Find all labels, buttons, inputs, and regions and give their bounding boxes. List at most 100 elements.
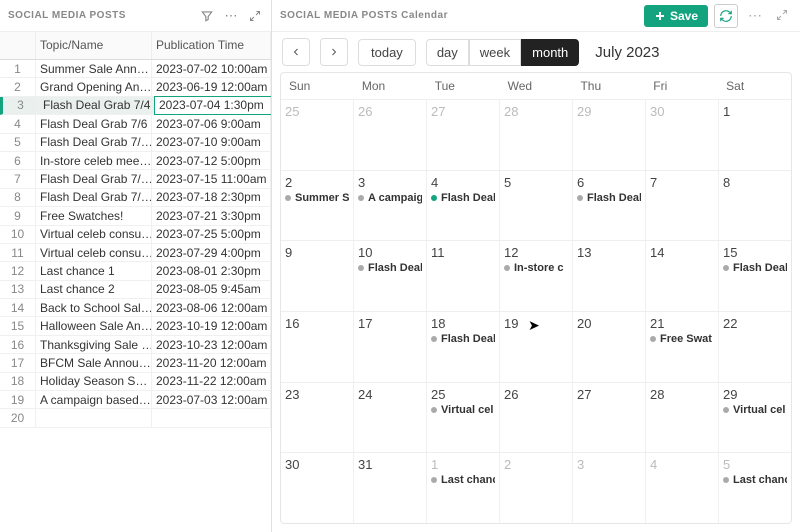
row-topic[interactable]: Holiday Season S… [36, 373, 152, 390]
calendar-day-cell[interactable]: 30 [281, 453, 354, 523]
calendar-day-cell[interactable]: 20 [573, 312, 646, 382]
calendar-day-cell[interactable]: 27 [573, 383, 646, 453]
row-time[interactable]: 2023-07-15 11:00am [152, 170, 271, 187]
table-row[interactable]: 20 [0, 409, 271, 427]
calendar-day-cell[interactable]: 28 [646, 383, 719, 453]
row-time[interactable]: 2023-08-06 12:00am [152, 299, 271, 316]
row-time[interactable]: 2023-08-05 9:45am [152, 281, 271, 298]
calendar-day-cell[interactable]: 24 [354, 383, 427, 453]
table-row[interactable]: 18Holiday Season S…2023-11-22 12:00am [0, 373, 271, 391]
calendar-event[interactable]: Virtual cel [723, 404, 787, 416]
table-row[interactable]: 11Virtual celeb consu…2023-07-29 4:00pm [0, 244, 271, 262]
calendar-event[interactable]: Last chanc [431, 474, 495, 486]
calendar-event[interactable]: Flash Deal [431, 333, 495, 345]
calendar-day-cell[interactable]: 10Flash Deal [354, 241, 427, 311]
row-topic[interactable]: Back to School Sal… [36, 299, 152, 316]
row-time[interactable]: 2023-07-29 4:00pm [152, 244, 271, 261]
table-row[interactable]: 14Back to School Sal…2023-08-06 12:00am [0, 299, 271, 317]
calendar-day-cell[interactable]: 31 [354, 453, 427, 523]
row-topic[interactable]: Virtual celeb consu… [36, 226, 152, 243]
table-row[interactable]: 7Flash Deal Grab 7/…2023-07-15 11:00am [0, 170, 271, 188]
calendar-event[interactable]: In-store c [504, 262, 568, 274]
table-row[interactable]: 2Grand Opening An…2023-06-19 12:00am [0, 78, 271, 96]
calendar-day-cell[interactable]: 4Flash Deal [427, 171, 500, 241]
view-day-button[interactable]: day [426, 39, 469, 66]
calendar-day-cell[interactable]: 2 [500, 453, 573, 523]
row-topic[interactable]: Last chance 1 [36, 262, 152, 279]
calendar-day-cell[interactable]: 26 [500, 383, 573, 453]
calendar-day-cell[interactable]: 7 [646, 171, 719, 241]
row-topic[interactable]: Flash Deal Grab 7/6 [36, 115, 152, 132]
row-time[interactable]: 2023-07-04 1:30pm [155, 97, 271, 114]
row-topic[interactable]: Halloween Sale An… [36, 317, 152, 334]
calendar-day-cell[interactable]: 27 [427, 100, 500, 170]
row-time[interactable]: 2023-10-19 12:00am [152, 317, 271, 334]
row-time[interactable]: 2023-07-25 5:00pm [152, 226, 271, 243]
calendar-event[interactable]: Free Swat [650, 333, 714, 345]
table-row[interactable]: 9Free Swatches!2023-07-21 3:30pm [0, 207, 271, 225]
calendar-event[interactable]: Virtual cel [431, 404, 495, 416]
table-row[interactable]: 5Flash Deal Grab 7/…2023-07-10 9:00am [0, 134, 271, 152]
table-row[interactable]: 15Halloween Sale An…2023-10-19 12:00am [0, 317, 271, 335]
row-topic[interactable]: In-store celeb mee… [36, 152, 152, 169]
row-time[interactable]: 2023-11-20 12:00am [152, 354, 271, 371]
row-topic[interactable] [36, 409, 152, 426]
calendar-day-cell[interactable]: 22 [719, 312, 791, 382]
calendar-day-cell[interactable]: 9 [281, 241, 354, 311]
row-topic[interactable]: Flash Deal Grab 7/4 [39, 97, 155, 114]
table-row[interactable]: 4Flash Deal Grab 7/62023-07-06 9:00am [0, 115, 271, 133]
calendar-day-cell[interactable]: 4 [646, 453, 719, 523]
calendar-day-cell[interactable]: 14 [646, 241, 719, 311]
calendar-day-cell[interactable]: 15Flash Deal [719, 241, 791, 311]
row-topic[interactable]: BFCM Sale Annou… [36, 354, 152, 371]
calendar-event[interactable]: Flash Deal [358, 262, 422, 274]
calendar-day-cell[interactable]: 2Summer S [281, 171, 354, 241]
row-time[interactable]: 2023-10-23 12:00am [152, 336, 271, 353]
calendar-day-cell[interactable]: 25 [281, 100, 354, 170]
view-week-button[interactable]: week [469, 39, 521, 66]
table-row[interactable]: 12Last chance 12023-08-01 2:30pm [0, 262, 271, 280]
calendar-event[interactable]: A campaig [358, 192, 422, 204]
calendar-day-cell[interactable]: 3 [573, 453, 646, 523]
table-row[interactable]: 19A campaign based…2023-07-03 12:00am [0, 391, 271, 409]
calendar-day-cell[interactable]: 23 [281, 383, 354, 453]
expand-icon[interactable] [247, 8, 263, 24]
calendar-day-cell[interactable]: 8 [719, 171, 791, 241]
calendar-day-cell[interactable]: 17 [354, 312, 427, 382]
expand-icon[interactable] [772, 8, 792, 24]
table-row[interactable]: 17BFCM Sale Annou…2023-11-20 12:00am [0, 354, 271, 372]
next-button[interactable] [320, 38, 348, 66]
calendar-day-cell[interactable]: 11 [427, 241, 500, 311]
calendar-day-cell[interactable]: 16 [281, 312, 354, 382]
table-row[interactable]: 1Summer Sale Ann…2023-07-02 10:00am [0, 60, 271, 78]
row-topic[interactable]: Flash Deal Grab 7/… [36, 189, 152, 206]
calendar-day-cell[interactable]: 29Virtual cel [719, 383, 791, 453]
row-time[interactable]: 2023-07-21 3:30pm [152, 207, 271, 224]
row-time[interactable]: 2023-07-02 10:00am [152, 60, 271, 77]
calendar-day-cell[interactable]: 29 [573, 100, 646, 170]
row-topic[interactable]: Summer Sale Ann… [36, 60, 152, 77]
calendar-day-cell[interactable]: 28 [500, 100, 573, 170]
calendar-day-cell[interactable]: 5Last chanc [719, 453, 791, 523]
row-topic[interactable]: Virtual celeb consu… [36, 244, 152, 261]
row-time[interactable] [152, 409, 271, 426]
calendar-day-cell[interactable]: 12In-store c [500, 241, 573, 311]
calendar-event[interactable]: Flash Deal [577, 192, 641, 204]
row-time[interactable]: 2023-08-01 2:30pm [152, 262, 271, 279]
calendar-day-cell[interactable]: 3A campaig [354, 171, 427, 241]
row-topic[interactable]: A campaign based… [36, 391, 152, 408]
row-topic[interactable]: Thanksgiving Sale … [36, 336, 152, 353]
refresh-icon[interactable] [714, 4, 738, 28]
calendar-day-cell[interactable]: 30 [646, 100, 719, 170]
view-month-button[interactable]: month [521, 39, 579, 66]
calendar-day-cell[interactable]: 5 [500, 171, 573, 241]
col-header-time[interactable]: Publication Time [152, 32, 271, 59]
calendar-day-cell[interactable]: 21Free Swat [646, 312, 719, 382]
row-time[interactable]: 2023-06-19 12:00am [152, 78, 271, 95]
row-time[interactable]: 2023-07-18 2:30pm [152, 189, 271, 206]
table-row[interactable]: 10Virtual celeb consu…2023-07-25 5:00pm [0, 226, 271, 244]
row-topic[interactable]: Flash Deal Grab 7/… [36, 170, 152, 187]
calendar-event[interactable]: Flash Deal [431, 192, 495, 204]
col-header-topic[interactable]: Topic/Name [36, 32, 152, 59]
row-topic[interactable]: Flash Deal Grab 7/… [36, 134, 152, 151]
